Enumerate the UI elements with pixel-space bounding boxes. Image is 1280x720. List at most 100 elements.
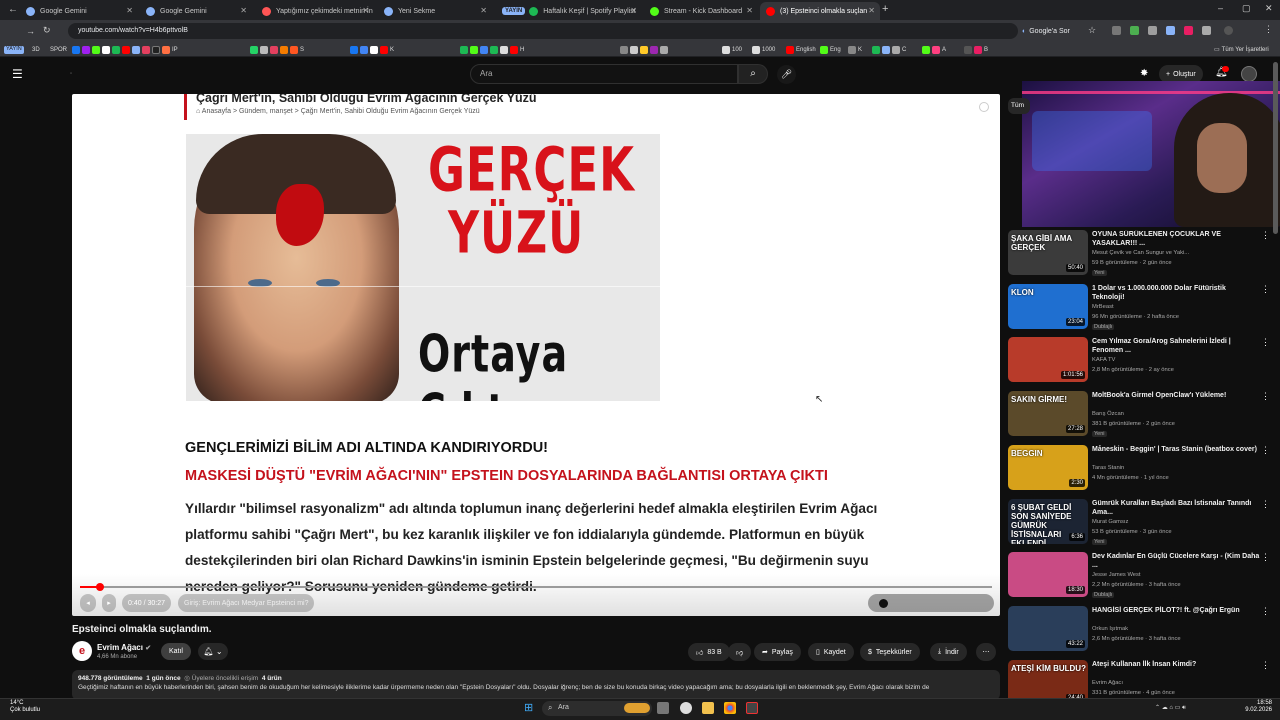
browser-tab[interactable]: Google Gemini ✕ (20, 2, 138, 20)
video-title[interactable]: Dev Kadınlar En Güçlü Cücelere Karşı - (… (1092, 552, 1260, 570)
related-video-item[interactable]: 18:30 Dev Kadınlar En Güçlü Cücelere Karş… (1008, 552, 1270, 602)
toggle-icon[interactable] (879, 598, 888, 608)
task-view-icon[interactable] (657, 702, 669, 714)
windows-start-icon[interactable]: ⊞ (524, 701, 533, 714)
bookmark-h[interactable]: H (520, 47, 524, 53)
bookmark-eng[interactable]: Eng (830, 47, 841, 53)
tab-close-icon[interactable]: ✕ (868, 6, 875, 15)
bookmark-icon[interactable] (500, 45, 508, 54)
hamburger-menu-icon[interactable]: ☰ (12, 67, 23, 81)
bookmark-icon[interactable] (280, 45, 288, 54)
minimize-icon[interactable]: – (1218, 3, 1223, 13)
video-title[interactable]: Måneskin - Beggin' | Taras Stanin (beatb… (1092, 445, 1260, 463)
extension-icon[interactable] (1148, 26, 1157, 35)
video-thumbnail[interactable]: BEGGIN 2:30 (1008, 444, 1088, 490)
tab-close-icon[interactable]: ✕ (630, 6, 637, 15)
join-button[interactable]: Katıl (161, 643, 191, 660)
bookmark-a[interactable]: A (942, 47, 946, 53)
search-input[interactable]: Ara (470, 64, 738, 84)
bookmark-100[interactable]: 100 (732, 47, 742, 53)
more-options-icon[interactable]: ⋮ (1261, 606, 1270, 617)
related-video-item[interactable]: SAKIN GİRME! 27:28 MoltBook'a Girmel OpenC… (1008, 391, 1270, 441)
bookmark-icon[interactable] (932, 45, 940, 54)
bookmark-icon[interactable] (752, 45, 760, 54)
bookmark-icon[interactable] (872, 45, 880, 54)
reload-icon[interactable]: ↻ (43, 25, 51, 36)
channel-avatar[interactable]: e (72, 641, 92, 661)
channel-name[interactable]: Evrim Ağacı (1092, 680, 1123, 686)
bookmark-s[interactable]: S (300, 47, 304, 53)
video-title[interactable]: 1 Dolar vs 1.000.000.000 Dolar Fütüristi… (1092, 284, 1260, 302)
bookmark-icon[interactable] (964, 45, 972, 54)
close-window-icon[interactable]: ✕ (1265, 3, 1273, 14)
bookmark-ip[interactable]: IP (172, 47, 178, 53)
video-title[interactable]: Ateşi Kullanan İlk İnsan Kimdi? (1092, 660, 1260, 678)
channel-name[interactable]: Barış Özcan (1092, 411, 1124, 417)
all-bookmarks-link[interactable]: Tüm Yer İşaretleri (1222, 47, 1269, 53)
bookmark-icon[interactable] (620, 45, 628, 54)
bookmark-icon[interactable] (122, 45, 130, 54)
video-title[interactable]: OYUNA SÜRÜKLENEN ÇOCUKLAR VE YASAKLAR!!!… (1092, 230, 1260, 248)
account-avatar[interactable] (1241, 66, 1257, 82)
bookmark-icon[interactable] (974, 45, 982, 54)
video-thumbnail[interactable]: 6 ŞUBAT GELDİ SON SANİYEDE GÜMRÜK İSTİSN… (1008, 498, 1088, 544)
related-video-item[interactable]: BEGGIN 2:30 Måneskin - Beggin' | Taras Sta… (1008, 444, 1270, 495)
sidebar-scrollbar[interactable] (1273, 62, 1278, 234)
bookmark-icon[interactable] (380, 45, 388, 54)
bookmark-yayin[interactable]: YAYIN (4, 45, 24, 54)
video-title[interactable]: Gümrük Kuralları Başladı Bazı İstisnalar… (1092, 499, 1260, 517)
extension-icon[interactable] (1112, 26, 1121, 35)
thanks-button[interactable]: $ Teşekkürler (860, 643, 920, 661)
related-video-item[interactable]: 43:22 HANGİSİ GERÇEK PİLOT?! ft. @Çağrı E… (1008, 605, 1270, 656)
bookmark-1000[interactable]: 1000 (762, 47, 775, 53)
bookmark-k2[interactable]: K (858, 47, 862, 53)
play-pause-icon[interactable]: ▸ (102, 594, 116, 612)
bookmark-icon[interactable] (142, 45, 150, 54)
bookmark-icon[interactable] (72, 45, 80, 54)
bookmark-icon[interactable] (82, 45, 90, 54)
system-tray[interactable]: ⌃ ☁ ⌂ ▭ 🔊︎ (1155, 704, 1186, 712)
bookmark-spor[interactable]: SPOR (50, 44, 67, 55)
tab-close-icon[interactable]: ✕ (362, 6, 369, 15)
steam-icon[interactable] (680, 702, 692, 714)
bookmark-icon[interactable] (640, 45, 648, 54)
menu-dots-icon[interactable]: ⋮ (1264, 24, 1273, 35)
browser-tab[interactable]: Yeni Sekme ✕ (378, 2, 492, 20)
more-options-icon[interactable]: ⋮ (1261, 660, 1270, 671)
more-options-icon[interactable]: ⋮ (1261, 499, 1270, 510)
progress-scrubber[interactable] (96, 583, 105, 591)
previous-icon[interactable]: ◂ (80, 594, 96, 612)
video-thumbnail[interactable]: 43:22 (1008, 605, 1088, 651)
more-options-icon[interactable]: ⋮ (1261, 284, 1270, 295)
browser-tab[interactable]: (3) Epsteinci olmakla suçlan ✕ (760, 2, 880, 20)
microphone-icon[interactable]: 🎤︎ (777, 65, 796, 84)
channel-name[interactable]: KAFA TV (1092, 357, 1115, 363)
bookmark-icon[interactable] (92, 45, 100, 54)
bookmark-icon[interactable] (480, 45, 488, 54)
bookmark-k[interactable]: K (390, 47, 394, 53)
like-button[interactable]: 👍︎ 83 B (688, 643, 730, 661)
address-bar[interactable]: youtube.com/watch?v=H4b6pttvolB (68, 23, 1018, 39)
obs-icon[interactable] (746, 702, 758, 714)
tab-close-icon[interactable]: ✕ (480, 6, 487, 15)
channel-name[interactable]: MrBeast (1092, 304, 1114, 310)
channel-name[interactable]: Taras Stanin (1092, 465, 1124, 471)
more-options-icon[interactable]: ⋮ (1261, 552, 1270, 563)
browser-tab[interactable]: Stream - Kick Dashboard ✕ (644, 2, 758, 20)
progress-bar[interactable] (80, 586, 992, 588)
weather-widget[interactable]: 14°C Çok bulutlu (10, 700, 40, 714)
puzzle-icon[interactable] (1202, 26, 1211, 35)
bookmark-3d[interactable]: 3D (32, 44, 40, 55)
video-thumbnail[interactable]: 18:30 (1008, 552, 1088, 598)
video-thumbnail[interactable]: KLON 23:04 (1008, 283, 1088, 329)
bookmark-icon[interactable] (290, 45, 298, 54)
bookmark-icon[interactable] (660, 45, 668, 54)
new-tab-button[interactable]: + (882, 3, 888, 15)
channel-name[interactable]: Mesut Çevik ve Can Sungur ve Yaki... (1092, 250, 1189, 256)
bookmark-icon[interactable] (510, 45, 518, 54)
bookmark-english[interactable]: English (796, 47, 816, 53)
bookmark-icon[interactable] (260, 45, 268, 54)
bookmark-icon[interactable] (722, 45, 730, 54)
more-options-icon[interactable]: ⋮ (1261, 337, 1270, 348)
google-ask-button[interactable]: ◐ Google'a Sor (1022, 24, 1070, 38)
